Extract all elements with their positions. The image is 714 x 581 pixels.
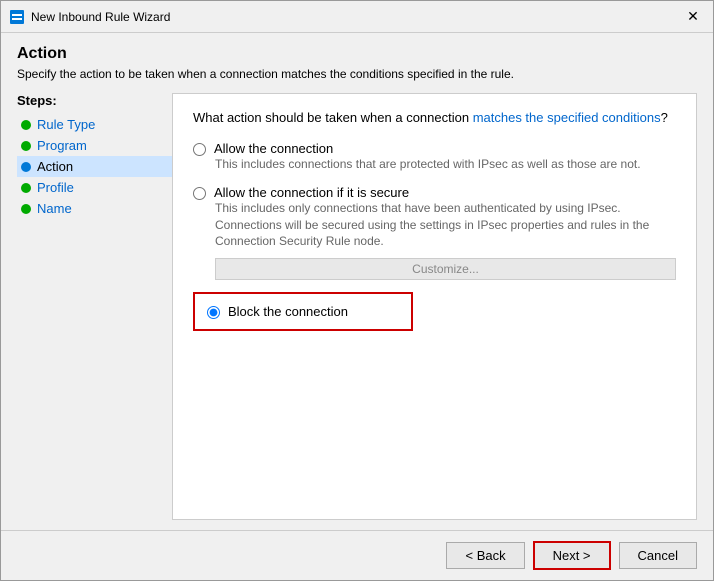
radio-allow-secure[interactable] bbox=[193, 187, 206, 200]
step-dot-name bbox=[21, 204, 31, 214]
step-dot-profile bbox=[21, 183, 31, 193]
wizard-window: New Inbound Rule Wizard ✕ Action Specify… bbox=[0, 0, 714, 581]
sidebar-label-action: Action bbox=[37, 159, 73, 174]
sidebar-item-profile[interactable]: Profile bbox=[17, 177, 172, 198]
option-allow-secure-row: Allow the connection if it is secure bbox=[193, 185, 676, 200]
sidebar-item-name[interactable]: Name bbox=[17, 198, 172, 219]
option-allow-secure-desc: This includes only connections that have… bbox=[215, 200, 676, 250]
page-description: Specify the action to be taken when a co… bbox=[17, 67, 697, 81]
option-block: Block the connection bbox=[193, 292, 676, 331]
question-highlight: matches the specified conditions bbox=[473, 110, 661, 125]
window-title: New Inbound Rule Wizard bbox=[31, 10, 681, 24]
option-block-label: Block the connection bbox=[228, 304, 348, 319]
bottom-bar: < Back Next > Cancel bbox=[1, 530, 713, 580]
sidebar: Steps: Rule Type Program Action Profile bbox=[17, 93, 172, 520]
sidebar-label-profile: Profile bbox=[37, 180, 74, 195]
radio-block[interactable] bbox=[207, 306, 220, 319]
right-panel: What action should be taken when a conne… bbox=[172, 93, 697, 520]
option-allow-row: Allow the connection bbox=[193, 141, 676, 156]
option-allow-secure-label: Allow the connection if it is secure bbox=[214, 185, 409, 200]
option-allow-secure: Allow the connection if it is secure Thi… bbox=[193, 185, 676, 280]
sidebar-item-rule-type[interactable]: Rule Type bbox=[17, 114, 172, 135]
block-option-box: Block the connection bbox=[193, 292, 413, 331]
title-bar: New Inbound Rule Wizard ✕ bbox=[1, 1, 713, 33]
close-button[interactable]: ✕ bbox=[681, 5, 705, 29]
page-title: Action bbox=[17, 45, 697, 63]
sidebar-label-rule-type: Rule Type bbox=[37, 117, 95, 132]
sidebar-label-name: Name bbox=[37, 201, 72, 216]
customize-button[interactable]: Customize... bbox=[215, 258, 676, 280]
next-button[interactable]: Next > bbox=[533, 541, 611, 570]
content-area: Action Specify the action to be taken wh… bbox=[1, 33, 713, 530]
option-allow: Allow the connection This includes conne… bbox=[193, 141, 676, 173]
step-dot-rule-type bbox=[21, 120, 31, 130]
sidebar-item-action[interactable]: Action bbox=[17, 156, 172, 177]
sidebar-item-program[interactable]: Program bbox=[17, 135, 172, 156]
back-button[interactable]: < Back bbox=[446, 542, 524, 569]
option-allow-label: Allow the connection bbox=[214, 141, 333, 156]
main-row: Steps: Rule Type Program Action Profile bbox=[17, 93, 697, 520]
window-icon bbox=[9, 9, 25, 25]
steps-label: Steps: bbox=[17, 93, 172, 108]
sidebar-label-program: Program bbox=[37, 138, 87, 153]
option-group: Allow the connection This includes conne… bbox=[193, 141, 676, 331]
step-dot-program bbox=[21, 141, 31, 151]
cancel-button[interactable]: Cancel bbox=[619, 542, 697, 569]
step-dot-action bbox=[21, 162, 31, 172]
option-allow-desc: This includes connections that are prote… bbox=[215, 156, 676, 173]
question-text: What action should be taken when a conne… bbox=[193, 110, 676, 125]
radio-allow[interactable] bbox=[193, 143, 206, 156]
